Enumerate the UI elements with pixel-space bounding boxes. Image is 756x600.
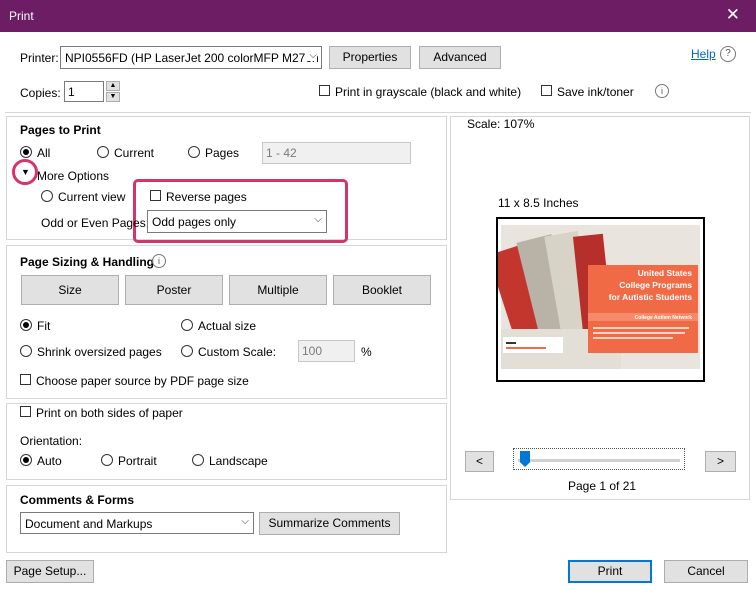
scale-readout: Scale: 107% — [467, 117, 535, 131]
slide-subtitle: College Autism Network — [635, 315, 693, 321]
auto-orientation-radio[interactable] — [20, 454, 32, 466]
custom-scale-radio[interactable] — [181, 345, 193, 357]
slider-track — [518, 459, 680, 462]
all-pages-radio[interactable] — [20, 146, 32, 158]
preview-image: United States College Programs for Autis… — [498, 219, 703, 380]
orientation-label: Orientation: — [20, 434, 83, 448]
cancel-button[interactable]: Cancel — [664, 560, 748, 583]
triangle-down-icon[interactable]: ▼ — [21, 167, 30, 177]
current-page-radio[interactable] — [97, 146, 109, 158]
pages-range-value: 1 - 42 — [266, 146, 297, 160]
actual-size-radio[interactable] — [181, 319, 193, 331]
reverse-pages-label: Reverse pages — [166, 190, 247, 204]
auto-orientation-label: Auto — [37, 454, 62, 468]
copies-value: 1 — [68, 85, 75, 99]
portrait-label: Portrait — [118, 454, 157, 468]
save-ink-checkbox[interactable] — [541, 85, 552, 96]
fit-label: Fit — [37, 319, 51, 333]
fit-radio[interactable] — [20, 319, 32, 331]
print-button[interactable]: Print — [568, 560, 652, 583]
percent-sign: % — [361, 345, 372, 359]
close-icon[interactable]: ✕ — [726, 6, 740, 23]
printer-value: NPI0556FD (HP LaserJet 200 colorMFP M276… — [65, 51, 319, 65]
properties-button[interactable]: Properties — [329, 46, 411, 69]
shrink-radio[interactable] — [20, 345, 32, 357]
pages-range-input[interactable]: 1 - 42 — [262, 142, 411, 164]
grayscale-checkbox[interactable] — [319, 85, 330, 96]
size-tab[interactable]: Size — [21, 275, 119, 305]
comments-forms-value: Document and Markups — [25, 517, 153, 531]
info-icon[interactable]: i — [152, 254, 166, 268]
summarize-comments-button[interactable]: Summarize Comments — [259, 512, 400, 535]
shrink-label: Shrink oversized pages — [37, 345, 162, 359]
comments-forms-select[interactable]: Document and Markups ⌵ — [20, 512, 254, 534]
copies-up-icon[interactable]: ▲ — [106, 81, 120, 91]
pages-to-print-heading: Pages to Print — [20, 123, 101, 137]
page-setup-button[interactable]: Page Setup... — [6, 560, 94, 583]
comments-forms-heading: Comments & Forms — [20, 493, 135, 507]
more-options-toggle[interactable]: More Options — [37, 169, 109, 183]
page-preview: United States College Programs for Autis… — [496, 217, 705, 382]
odd-even-select[interactable]: Odd pages only ⌵ — [147, 210, 327, 233]
help-icon[interactable]: ? — [720, 46, 736, 62]
page-slider[interactable] — [513, 448, 685, 470]
advanced-button[interactable]: Advanced — [419, 46, 501, 69]
title-bar: Print ✕ — [0, 0, 756, 32]
paper-size-label: 11 x 8.5 Inches — [498, 196, 579, 210]
both-sides-checkbox[interactable] — [20, 406, 31, 417]
help-link[interactable]: Help — [691, 47, 716, 61]
current-view-label: Current view — [58, 190, 126, 204]
actual-size-label: Actual size — [198, 319, 257, 333]
all-pages-label: All — [37, 146, 51, 160]
copies-input[interactable]: 1 — [64, 81, 104, 102]
booklet-tab[interactable]: Booklet — [333, 275, 431, 305]
printer-label: Printer: — [20, 51, 59, 65]
slide-title-2: College Programs — [619, 280, 692, 290]
prev-page-button[interactable]: < — [465, 451, 494, 472]
portrait-radio[interactable] — [101, 454, 113, 466]
paper-source-label: Choose paper source by PDF page size — [36, 374, 249, 388]
odd-even-label: Odd or Even Pages: — [41, 216, 150, 230]
page-sizing-heading: Page Sizing & Handling — [20, 255, 155, 269]
chevron-down-icon: ⌵ — [306, 50, 317, 61]
window-title: Print — [9, 9, 34, 23]
pages-range-radio[interactable] — [188, 146, 200, 158]
slider-thumb[interactable] — [520, 451, 530, 467]
current-page-label: Current — [114, 146, 155, 160]
chevron-down-icon: ⌵ — [241, 516, 249, 527]
printer-select[interactable]: NPI0556FD (HP LaserJet 200 colorMFP M276… — [60, 46, 322, 69]
both-sides-label: Print on both sides of paper — [36, 406, 183, 420]
poster-tab[interactable]: Poster — [125, 275, 223, 305]
landscape-label: Landscape — [209, 454, 268, 468]
slide-title-3: for Autistic Students — [609, 292, 693, 302]
landscape-radio[interactable] — [192, 454, 204, 466]
odd-even-value: Odd pages only — [152, 215, 237, 229]
pages-range-label: Pages — [205, 146, 240, 160]
multiple-tab[interactable]: Multiple — [229, 275, 327, 305]
custom-scale-input[interactable]: 100 — [298, 340, 355, 362]
page-indicator: Page 1 of 21 — [568, 479, 637, 493]
custom-scale-value: 100 — [302, 344, 323, 358]
next-page-button[interactable]: > — [705, 451, 736, 472]
save-ink-label: Save ink/toner — [557, 85, 634, 99]
chevron-down-icon: ⌵ — [314, 214, 322, 225]
paper-source-checkbox[interactable] — [20, 374, 31, 385]
divider — [5, 112, 751, 113]
copies-label: Copies: — [20, 86, 61, 100]
current-view-radio[interactable] — [41, 190, 53, 202]
reverse-pages-checkbox[interactable] — [150, 190, 161, 201]
grayscale-label: Print in grayscale (black and white) — [335, 85, 522, 99]
custom-scale-label: Custom Scale: — [198, 345, 277, 359]
info-icon[interactable]: i — [655, 84, 669, 98]
copies-down-icon[interactable]: ▼ — [106, 92, 120, 102]
slide-title-1: United States — [638, 268, 693, 278]
